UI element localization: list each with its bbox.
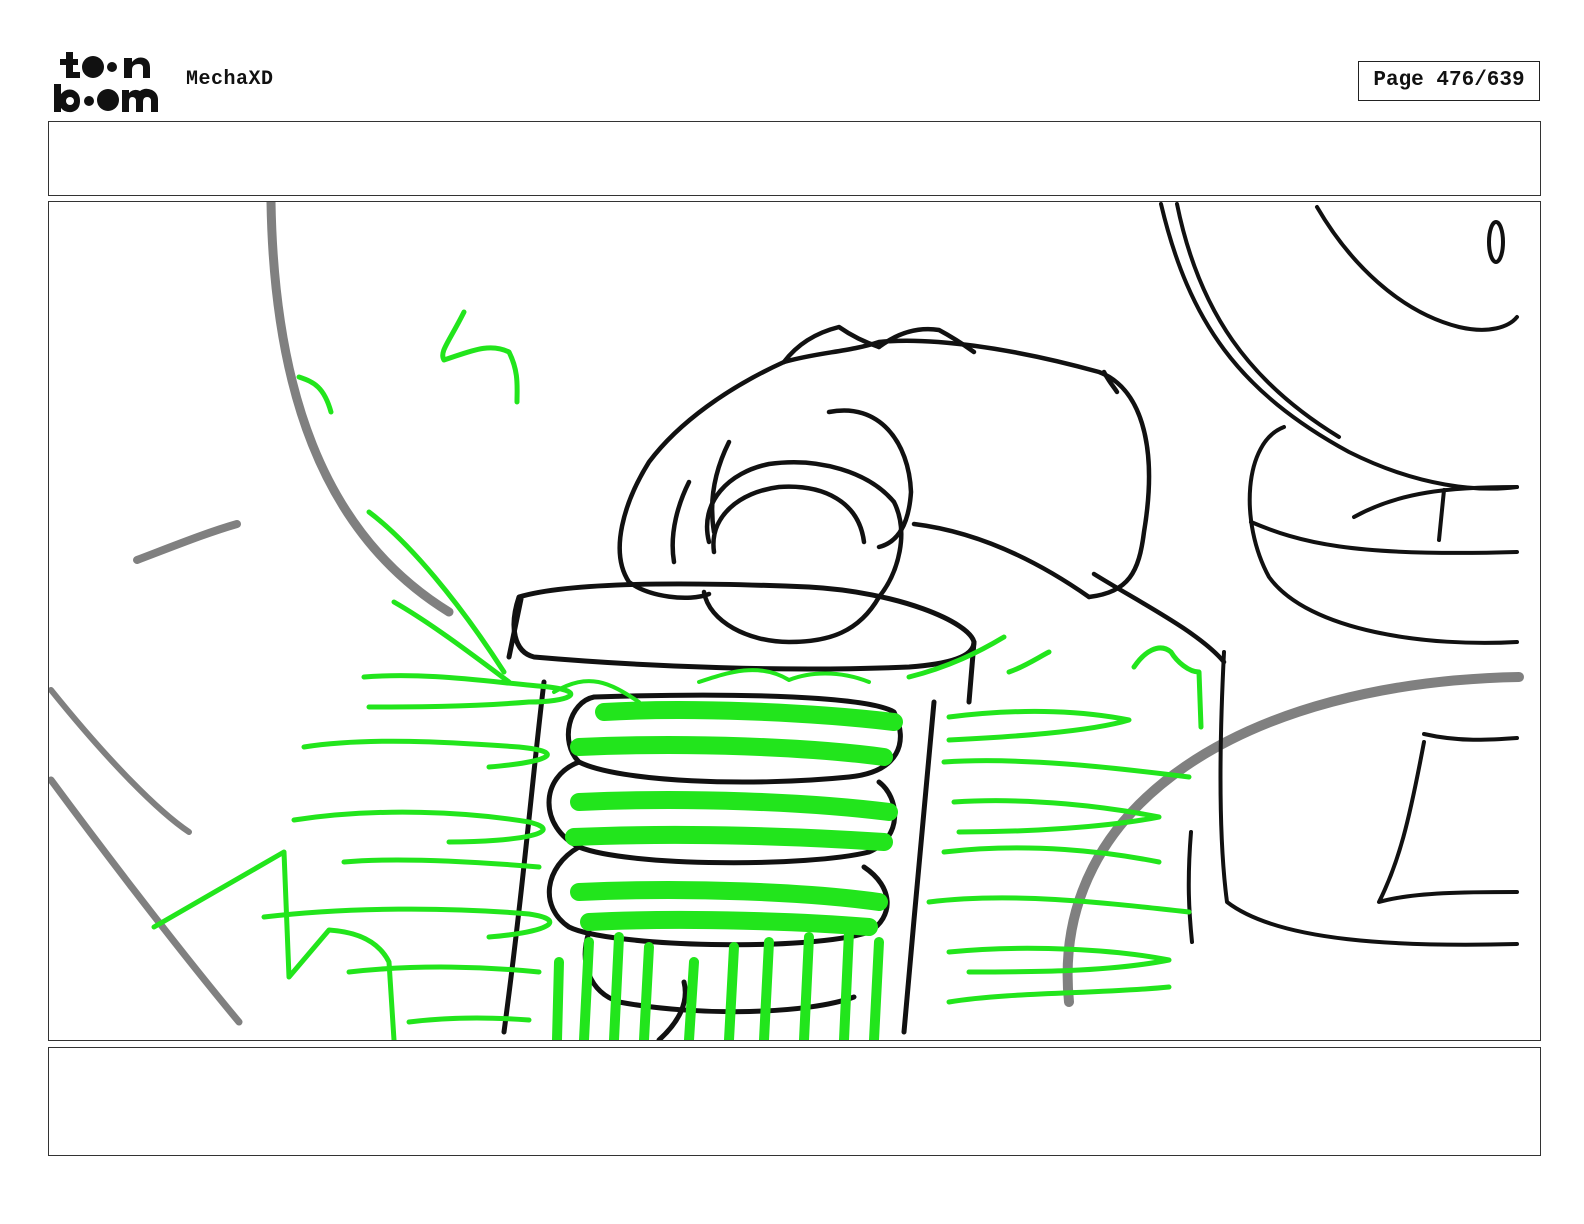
action-notes-box[interactable]	[48, 121, 1541, 196]
toon-boom-logo	[54, 52, 158, 113]
storyboard-panel	[48, 201, 1541, 1041]
storyboard-sketch	[49, 202, 1524, 1040]
project-title: MechaXD	[186, 68, 274, 91]
page-number: Page 476/639	[1358, 61, 1540, 101]
dialogue-notes-box[interactable]	[48, 1047, 1541, 1156]
